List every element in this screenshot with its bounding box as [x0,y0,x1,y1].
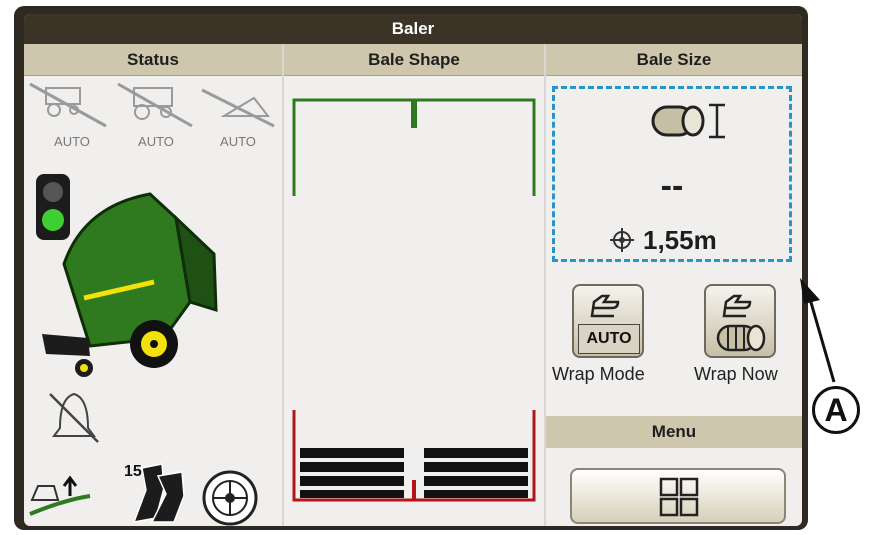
current-bale-size: -- [660,167,684,205]
status-header: Status [24,44,282,76]
menu-header-text: Menu [651,422,697,441]
bale-shape-header: Bale Shape [284,44,544,76]
menu-button[interactable] [570,468,786,524]
wrap-now-button[interactable] [704,284,776,358]
bale-shape-indicator [292,98,536,502]
wrap-mode-button[interactable]: AUTO [572,284,644,358]
bale-size-header-text: Bale Size [636,49,712,69]
bale-size-panel: -- 1,55m AUTO Wrap Mode Wrap Now Menu [546,76,802,526]
wrap-mode-auto: AUTO [578,324,640,354]
auto-label: AUTO [54,134,90,149]
hand-pointer-icon [722,294,752,318]
status-icons: AUTO AUTO AUTO 15 [29,82,275,526]
bale-diameter-icon [651,103,725,139]
right-fill-bars [424,448,528,498]
crosshair-icon [610,228,634,252]
pickup-raise-icon[interactable] [29,475,91,516]
wrap-net-icon [716,324,766,352]
menu-grid-icon [659,477,699,517]
menu-header: Menu [546,416,802,448]
rotor-icon[interactable] [202,470,258,526]
auto-label: AUTO [220,134,256,149]
implement-auto-icon[interactable] [117,82,193,128]
baler-screen: Baler Status Bale Shape Bale Size AUTO A… [24,14,802,526]
status-header-text: Status [127,49,179,69]
bale-shape-panel [284,76,544,526]
left-fill-bars [300,448,404,498]
alarm-off-icon[interactable] [49,392,99,443]
auto-label: AUTO [138,134,174,149]
bale-size-header: Bale Size [546,44,802,76]
window-title: Baler [24,14,802,44]
tractor-auto-icon[interactable] [29,82,107,128]
wrap-now-label: Wrap Now [694,364,778,384]
hand-pointer-icon [590,294,620,318]
bale-shape-header-text: Bale Shape [368,49,460,69]
status-panel: AUTO AUTO AUTO 15 [24,76,282,526]
callout-arrow [800,278,836,383]
window-title-text: Baler [391,19,435,38]
hitch-auto-icon[interactable] [201,88,275,128]
target-diameter: 1,55m [643,225,717,255]
knife-counter: 15 [124,463,142,480]
traffic-light-icon [36,174,70,240]
callout-label: A [812,386,860,434]
bale-size-box[interactable]: -- 1,55m [552,86,792,262]
wrap-mode-label: Wrap Mode [552,364,645,384]
